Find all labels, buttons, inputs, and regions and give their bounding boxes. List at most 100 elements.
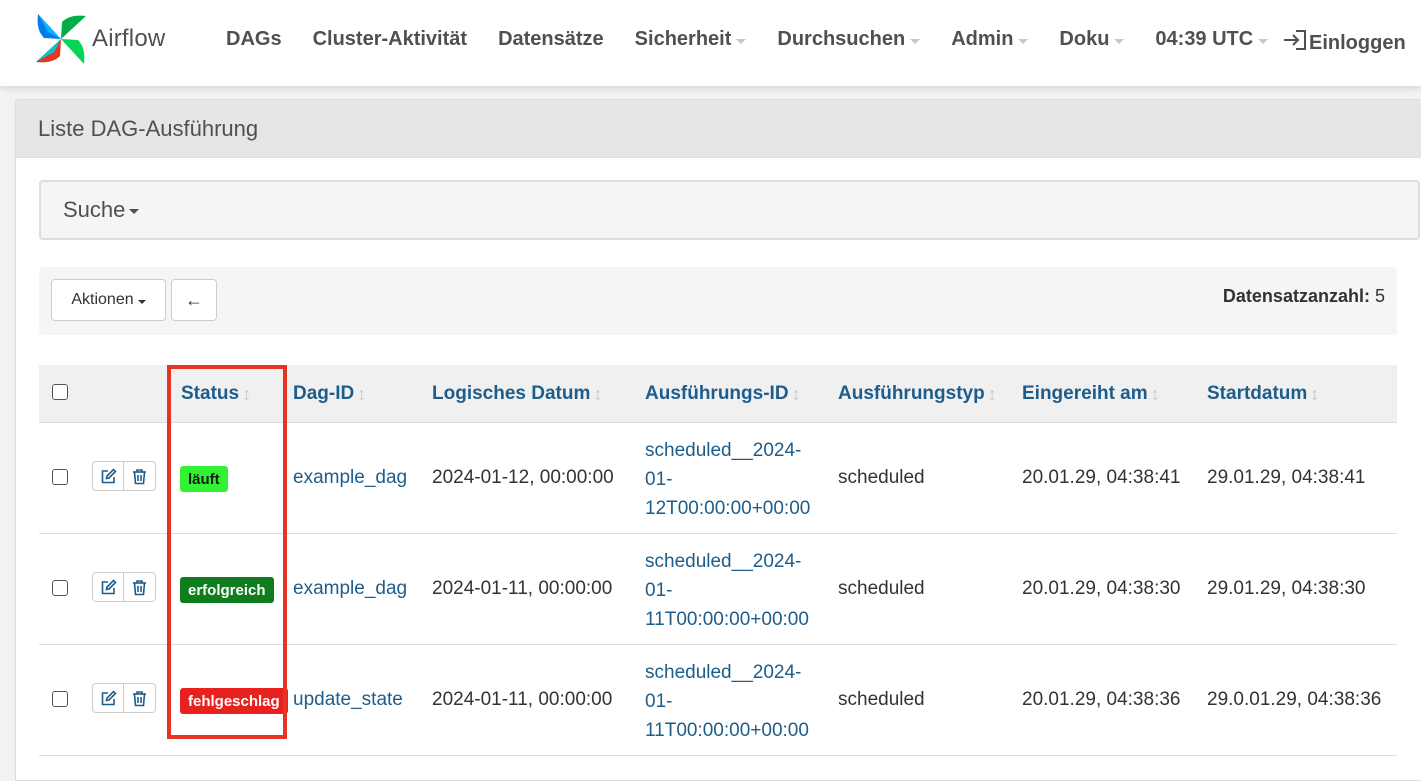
select-all-checkbox[interactable] (52, 384, 68, 400)
column-label: Startdatum (1207, 383, 1308, 404)
sort-icon: ↕ (1150, 383, 1160, 404)
edit-button[interactable] (92, 683, 124, 713)
actions-label: Aktionen (71, 291, 134, 308)
caret-down-icon (137, 299, 146, 304)
delete-button[interactable] (124, 461, 156, 491)
login-label: Einloggen (1309, 31, 1406, 54)
column-header-logical-date[interactable]: Logisches Datum ↕ (432, 383, 602, 405)
page-title: Liste DAG-Ausführung (38, 115, 259, 141)
record-count-value: 5 (1374, 286, 1385, 306)
caret-down-icon (736, 38, 747, 44)
run-id-line: 12T00:00:00+00:00 (645, 498, 811, 519)
nav-admin[interactable]: Admin (951, 28, 1029, 51)
search-label: Suche (63, 197, 126, 222)
run-id-link[interactable]: scheduled__2024- 01- 11T00:00:00+00:00 (645, 547, 809, 634)
run-id-line: scheduled__2024- (645, 662, 802, 683)
run-type: scheduled (838, 689, 925, 710)
dag-id-link[interactable]: example_dag (293, 467, 407, 489)
run-id-link[interactable]: scheduled__2024- 01- 11T00:00:00+00:00 (645, 658, 809, 745)
nav-label: Datensätze (498, 28, 604, 50)
navbar: Airflow DAGs Cluster-Aktivität Datensätz… (0, 0, 1421, 86)
nav-docs[interactable]: Doku (1059, 28, 1125, 51)
run-id-line: scheduled__2024- (645, 440, 802, 461)
sort-icon: ↕ (593, 383, 603, 404)
run-type: scheduled (838, 467, 925, 488)
main-nav: DAGs Cluster-Aktivität Datensätze Sicher… (226, 28, 1299, 51)
run-id-link[interactable]: scheduled__2024- 01- 12T00:00:00+00:00 (645, 436, 810, 523)
logical-date: 2024-01-11, 00:00:00 (432, 578, 613, 599)
nav-dags[interactable]: DAGs (226, 28, 282, 51)
sort-icon: ↕ (1310, 383, 1320, 404)
start-date: 29.01.29, 04:38:30 (1207, 578, 1366, 599)
nav-label: 04:39 UTC (1155, 28, 1254, 50)
column-label: Dag-ID (293, 383, 355, 404)
run-id-line: scheduled__2024- (645, 551, 802, 572)
column-label: Eingereiht am (1022, 383, 1148, 404)
row-checkbox[interactable] (52, 580, 68, 596)
nav-clock[interactable]: 04:39 UTC (1155, 28, 1269, 51)
login-link[interactable]: Einloggen (1282, 28, 1406, 58)
brand-link[interactable]: Airflow (34, 12, 165, 71)
start-date: 29.0.01.29, 04:38:36 (1207, 689, 1382, 710)
run-type: scheduled (838, 578, 925, 599)
nav-cluster-activity[interactable]: Cluster-Aktivität (313, 28, 467, 51)
sort-icon: ↕ (987, 383, 997, 404)
record-count-label: Datensatzanzahl: (1222, 286, 1370, 306)
edit-button[interactable] (92, 572, 124, 602)
column-header-start-date[interactable]: Startdatum ↕ (1207, 383, 1319, 405)
column-label: Ausführungstyp (838, 383, 985, 404)
logical-date: 2024-01-12, 00:00:00 (432, 467, 614, 488)
action-bar: Aktionen ← Datensatzanzahl: 5 (39, 267, 1397, 335)
run-id-line: 11T00:00:00+00:00 (645, 609, 809, 630)
trash-icon (133, 579, 146, 595)
column-header-run-type[interactable]: Ausführungstyp ↕ (838, 383, 997, 405)
dag-id-link[interactable]: example_dag (293, 578, 407, 600)
delete-button[interactable] (124, 683, 156, 713)
nav-label: Sicherheit (634, 28, 732, 50)
brand-name: Airflow (92, 24, 166, 52)
column-header-run-id[interactable]: Ausführungs-ID ↕ (645, 383, 801, 405)
row-actions (92, 461, 156, 491)
column-header-dag-id[interactable]: Dag-ID ↕ (293, 383, 366, 405)
nav-label: DAGs (226, 28, 282, 50)
column-header-queued-at[interactable]: Eingereiht am ↕ (1022, 383, 1160, 405)
row-checkbox[interactable] (52, 469, 68, 485)
nav-label: Doku (1059, 28, 1110, 50)
nav-label: Admin (951, 28, 1014, 50)
sign-in-icon (1282, 28, 1309, 58)
run-id-line: 01- (645, 469, 673, 490)
trash-icon (133, 468, 146, 484)
queued-at: 20.01.29, 04:38:30 (1022, 578, 1181, 599)
back-button[interactable]: ← (171, 279, 217, 321)
delete-button[interactable] (124, 572, 156, 602)
nav-security[interactable]: Sicherheit (635, 28, 747, 51)
caret-down-icon (1018, 38, 1029, 44)
run-id-line: 01- (645, 580, 673, 601)
queued-at: 20.01.29, 04:38:36 (1022, 689, 1181, 710)
queued-at: 20.01.29, 04:38:41 (1022, 467, 1181, 488)
edit-icon (101, 689, 117, 705)
airflow-pinwheel-icon (34, 12, 88, 71)
dag-id-link[interactable]: update_state (293, 689, 403, 711)
actions-dropdown-button[interactable]: Aktionen (51, 279, 166, 321)
run-id-line: 11T00:00:00+00:00 (645, 720, 809, 741)
nav-label: Durchsuchen (777, 28, 906, 50)
nav-browse[interactable]: Durchsuchen (777, 28, 921, 51)
edit-icon (101, 467, 117, 483)
caret-down-icon (910, 38, 921, 44)
caret-down-icon (129, 209, 140, 214)
edit-button[interactable] (92, 461, 124, 491)
run-id-line: 01- (645, 691, 673, 712)
nav-datasets[interactable]: Datensätze (498, 28, 604, 51)
start-date: 29.01.29, 04:38:41 (1207, 467, 1366, 488)
sort-icon: ↕ (357, 383, 367, 404)
sort-icon: ↕ (791, 383, 801, 404)
row-checkbox[interactable] (52, 691, 68, 707)
row-actions (92, 572, 156, 602)
caret-down-icon (1258, 38, 1269, 44)
caret-down-icon (1114, 38, 1125, 44)
status-column-highlight (167, 365, 287, 739)
arrow-left-icon: ← (185, 289, 203, 310)
column-label: Ausführungs-ID (645, 383, 789, 404)
search-toggle[interactable]: Suche (39, 180, 1420, 240)
